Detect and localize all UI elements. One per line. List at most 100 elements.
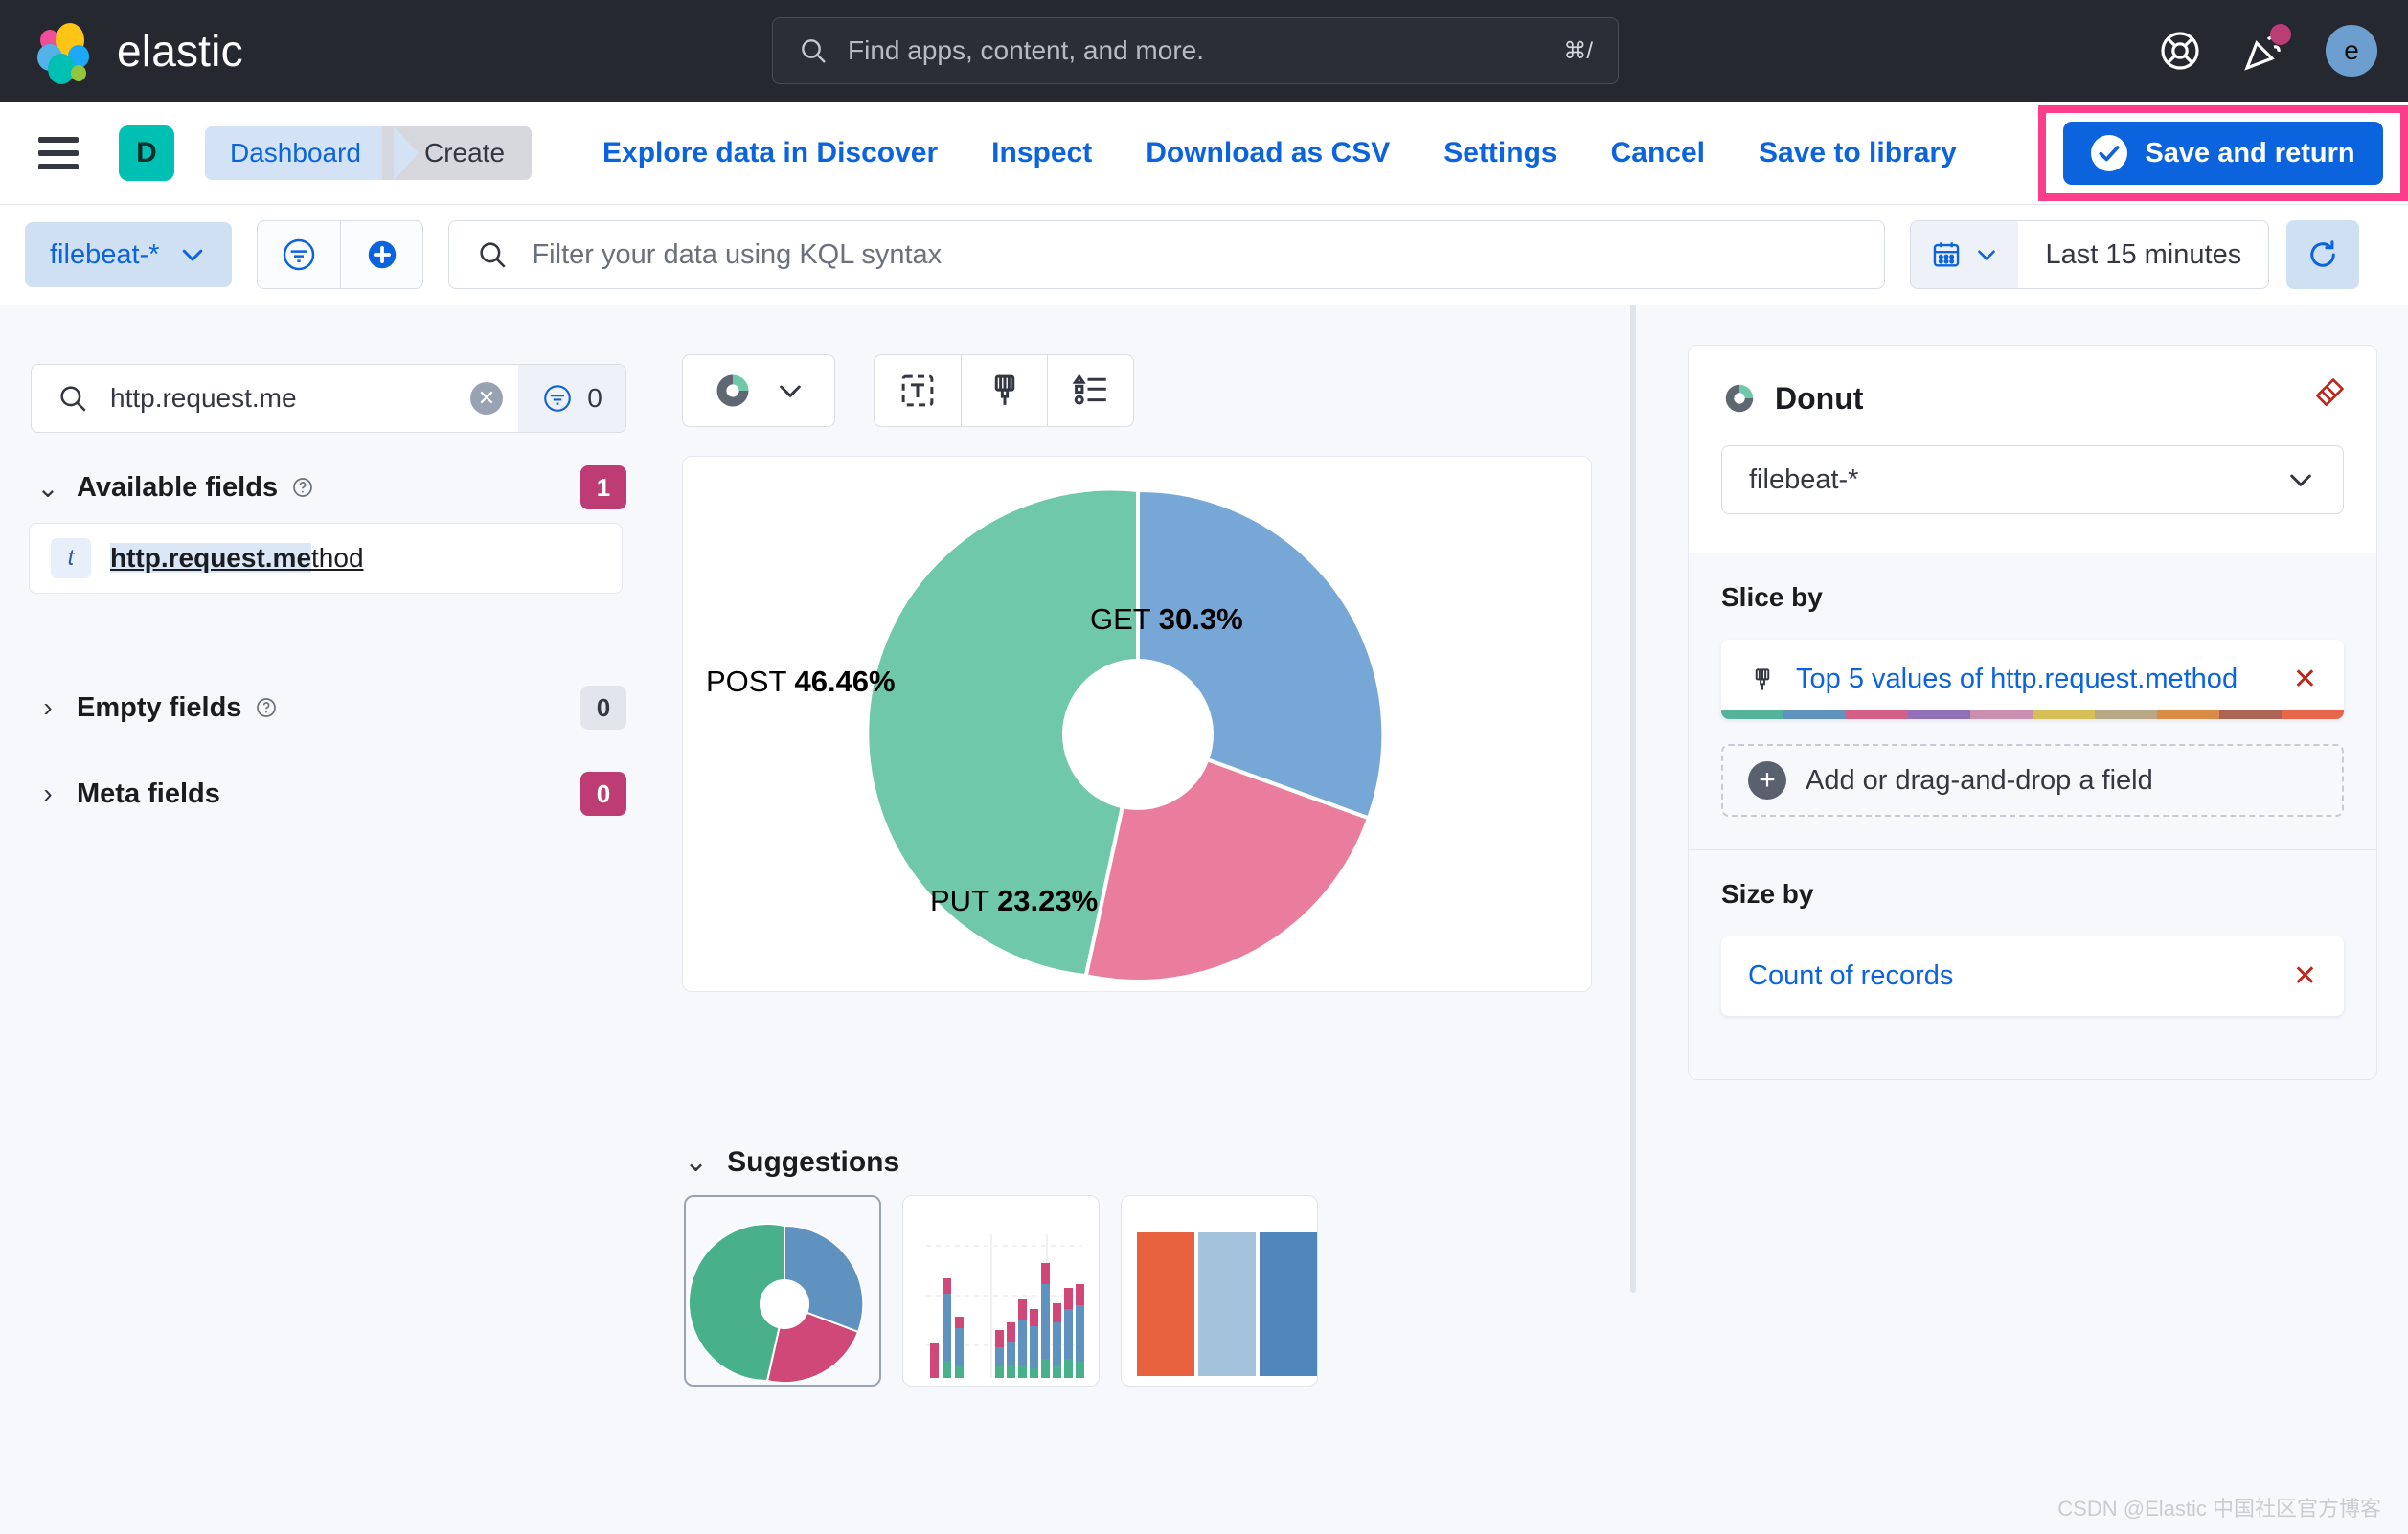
elastic-logo-icon <box>36 21 96 80</box>
size-by-dimension[interactable]: Count of records ✕ <box>1721 936 2344 1016</box>
slice-by-add-field-label: Add or drag-and-drop a field <box>1806 765 2153 797</box>
settings-link[interactable]: Settings <box>1443 137 1556 169</box>
breadcrumb-dashboard[interactable]: Dashboard <box>205 126 394 180</box>
legend-options-button[interactable] <box>1047 355 1133 426</box>
inspect-link[interactable]: Inspect <box>991 137 1092 169</box>
field-item-label-rest: thod <box>311 543 364 573</box>
chevron-down-icon: ⌄ <box>29 472 67 504</box>
save-and-return-highlight: Save and return <box>2038 105 2408 201</box>
text-options-button[interactable] <box>875 355 961 426</box>
donut-chart[interactable]: GET 30.3% POST 46.46% PUT 23.23% <box>683 457 1593 993</box>
header-right-tools: e <box>2157 0 2377 102</box>
suggestions-list <box>684 1195 1318 1387</box>
section-meta-fields[interactable]: › Meta fields 0 <box>29 772 626 816</box>
field-filter-count: 0 <box>587 383 602 414</box>
chart-canvas: GET 30.3% POST 46.46% PUT 23.23% <box>682 456 1592 992</box>
search-icon <box>57 382 89 415</box>
hamburger-menu-icon[interactable] <box>38 137 79 169</box>
brand-name: elastic <box>117 25 243 77</box>
slice-by-dimension-label: Top 5 values of http.request.method <box>1796 661 2274 698</box>
suggestion-stacked-bar-icon <box>903 1196 1100 1387</box>
empty-fields-count: 0 <box>580 686 626 730</box>
check-circle-icon <box>2091 135 2127 171</box>
plus-circle-icon: + <box>1748 761 1786 800</box>
cancel-link[interactable]: Cancel <box>1611 137 1705 169</box>
chevron-down-icon <box>178 240 207 269</box>
party-popper-icon[interactable] <box>2241 28 2287 74</box>
suggestions-label: Suggestions <box>727 1146 899 1179</box>
slice-by-dimension[interactable]: Top 5 values of http.request.method ✕ <box>1721 640 2344 719</box>
main-body: http.request.me ✕ 0 ⌄ Available fields <box>0 305 2408 1534</box>
global-search-shortcut: ⌘/ <box>1563 37 1593 65</box>
size-by-dimension-label: Count of records <box>1748 958 2274 995</box>
add-filter-button[interactable] <box>340 221 422 288</box>
chevron-right-icon: › <box>29 778 67 809</box>
size-by-label: Size by <box>1721 879 2344 910</box>
clear-icon[interactable]: ✕ <box>470 382 503 415</box>
suggestions-header[interactable]: ⌄ Suggestions <box>684 1145 899 1179</box>
search-icon <box>476 238 509 271</box>
paint-brush-icon <box>985 371 1025 411</box>
panel-resizer[interactable] <box>1630 305 1636 1293</box>
global-search-placeholder: Find apps, content, and more. <box>848 35 1544 66</box>
slice-by-remove-button[interactable]: ✕ <box>2293 663 2317 696</box>
kql-placeholder: Filter your data using KQL syntax <box>532 239 942 271</box>
brand[interactable]: elastic <box>36 21 243 80</box>
slice-label-post: POST 46.46% <box>706 665 896 698</box>
save-and-return-button[interactable]: Save and return <box>2063 122 2383 185</box>
config-data-view-select[interactable]: filebeat-* <box>1721 445 2344 514</box>
date-quick-menu-button[interactable] <box>1911 221 2018 288</box>
slice-by-label: Slice by <box>1721 582 2344 613</box>
donut-hole <box>1062 659 1214 810</box>
field-type-string-icon: t <box>51 538 91 578</box>
global-search-input[interactable]: Find apps, content, and more. ⌘/ <box>772 17 1619 84</box>
global-header: elastic Find apps, content, and more. ⌘/… <box>0 0 2408 102</box>
donut-chart-svg: GET 30.3% POST 46.46% PUT 23.23% <box>683 457 1593 993</box>
section-available-fields[interactable]: ⌄ Available fields 1 <box>29 465 626 509</box>
lifebuoy-icon[interactable] <box>2157 28 2203 74</box>
filter-controls <box>257 220 423 289</box>
field-list-panel: http.request.me ✕ 0 ⌄ Available fields <box>0 305 670 1534</box>
legend-list-icon <box>1071 371 1111 411</box>
section-empty-fields[interactable]: › Empty fields 0 <box>29 686 626 730</box>
available-fields-count: 1 <box>580 465 626 509</box>
chart-type-selector[interactable] <box>682 354 835 427</box>
filter-icon-button[interactable] <box>258 221 340 288</box>
notification-badge <box>2270 24 2291 45</box>
field-item-http-request-method[interactable]: t http.request.method <box>29 523 623 594</box>
eraser-icon[interactable] <box>2311 374 2348 416</box>
save-to-library-link[interactable]: Save to library <box>1759 137 1957 169</box>
explore-in-discover-link[interactable]: Explore data in Discover <box>602 137 938 169</box>
size-by-remove-button[interactable]: ✕ <box>2293 959 2317 993</box>
slice-by-section: Slice by Top 5 values of http.request.me… <box>1689 553 2376 850</box>
breadcrumb-create-label: Create <box>424 138 505 169</box>
breadcrumb-dashboard-label: Dashboard <box>230 138 361 169</box>
section-available-fields-label: Available fields <box>77 472 278 504</box>
suggestion-card-bar-horizontal[interactable] <box>1121 1195 1318 1387</box>
field-search-input[interactable]: http.request.me ✕ <box>32 365 518 432</box>
data-view-picker-label: filebeat-* <box>50 239 159 271</box>
suggestion-donut-icon <box>686 1197 881 1387</box>
calendar-icon <box>1930 238 1963 271</box>
help-icon[interactable] <box>291 476 314 499</box>
avatar[interactable]: e <box>2326 25 2377 77</box>
help-icon[interactable] <box>255 696 278 719</box>
app-badge: D <box>119 125 174 181</box>
suggestion-card-donut[interactable] <box>684 1195 881 1387</box>
watermark: CSDN @Elastic 中国社区官方博客 <box>2057 1492 2381 1523</box>
time-range-label[interactable]: Last 15 minutes <box>2018 239 2268 271</box>
visual-options-button[interactable] <box>961 355 1047 426</box>
download-csv-link[interactable]: Download as CSV <box>1146 137 1390 169</box>
filter-icon <box>280 236 318 274</box>
chart-toolbar <box>682 354 1134 427</box>
refresh-icon <box>2306 237 2340 272</box>
config-data-view-value: filebeat-* <box>1749 464 1858 496</box>
field-type-filter-button[interactable]: 0 <box>518 365 625 432</box>
data-view-picker[interactable]: filebeat-* <box>25 222 232 287</box>
slice-by-add-field[interactable]: + Add or drag-and-drop a field <box>1721 744 2344 817</box>
refresh-button[interactable] <box>2286 220 2359 289</box>
config-title-row: Donut <box>1721 380 2344 417</box>
kql-query-input[interactable]: Filter your data using KQL syntax <box>448 220 1885 289</box>
suggestion-card-stacked-bar[interactable] <box>902 1195 1100 1387</box>
time-picker: Last 15 minutes <box>1910 220 2269 289</box>
